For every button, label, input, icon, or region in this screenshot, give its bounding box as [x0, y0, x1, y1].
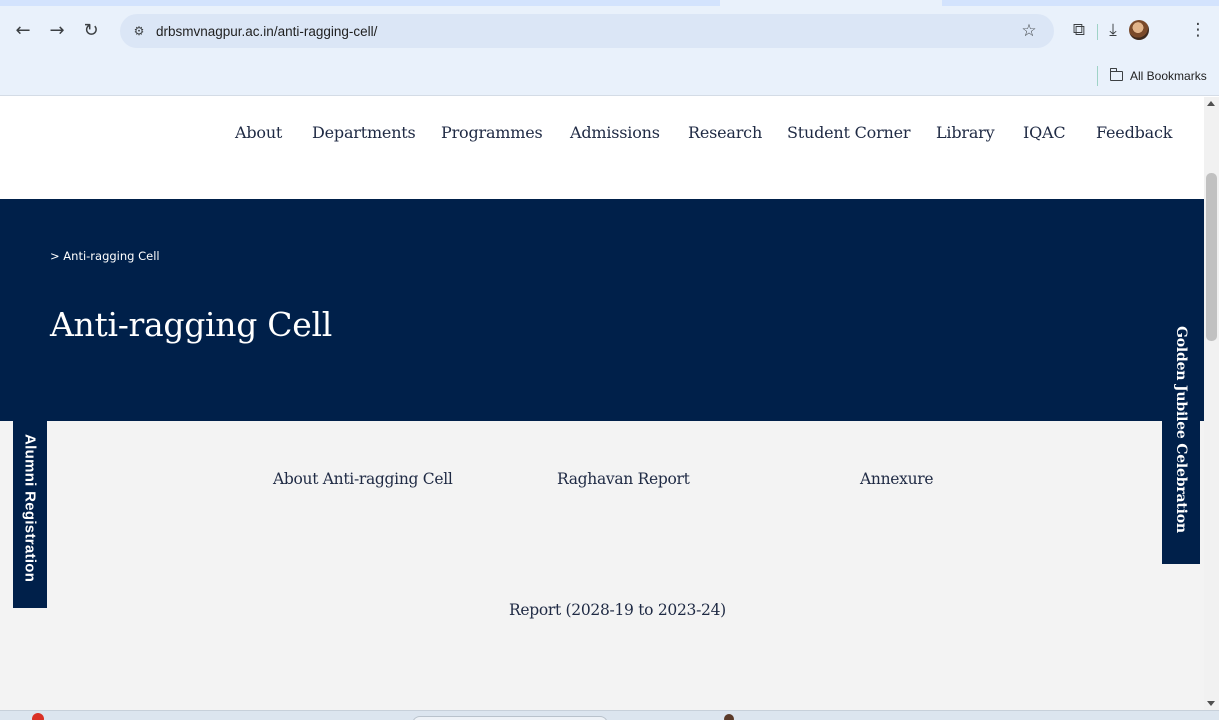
back-button[interactable]: ← — [9, 16, 37, 44]
site-info-icon[interactable]: ⚙ — [127, 19, 151, 43]
tab-raghavan-report[interactable]: Raghavan Report — [557, 470, 690, 488]
reload-icon: ↻ — [83, 19, 99, 41]
bookmarks-bar: All Bookmarks — [0, 62, 1219, 96]
toolbar-divider — [1097, 24, 1098, 40]
extensions-button[interactable]: ⧉ — [1067, 18, 1091, 42]
report-link[interactable]: Report (2028-19 to 2023-24) — [509, 601, 726, 619]
profile-avatar[interactable] — [1129, 20, 1149, 40]
tune-icon: ⚙ — [133, 24, 145, 38]
all-bookmarks-label: All Bookmarks — [1130, 69, 1207, 83]
scroll-thumb[interactable] — [1206, 173, 1217, 341]
golden-jubilee-label: Golden Jubilee Celebration — [1173, 325, 1189, 533]
browser-menu-button[interactable]: ⋮ — [1186, 18, 1210, 42]
back-arrow-icon: ← — [15, 19, 31, 41]
all-bookmarks-button[interactable]: All Bookmarks — [1109, 65, 1207, 87]
page-viewport: About Departments Programmes Admissions … — [0, 97, 1204, 710]
page-scrollbar[interactable] — [1204, 97, 1219, 710]
site-navigation: About Departments Programmes Admissions … — [0, 97, 1204, 199]
url-text[interactable]: drbsmvnagpur.ac.in/anti-ragging-cell/ — [156, 24, 377, 39]
reload-button[interactable]: ↻ — [77, 16, 105, 44]
alumni-registration-tab[interactable]: Alumni Registration — [13, 408, 47, 608]
download-icon: ⤓ — [1109, 20, 1117, 40]
tab-about-anti-ragging-cell[interactable]: About Anti-ragging Cell — [273, 470, 453, 488]
content-area: About Anti-ragging Cell Raghavan Report … — [0, 421, 1204, 710]
tab-annexure[interactable]: Annexure — [860, 470, 934, 488]
nav-item-about[interactable]: About — [235, 123, 282, 142]
nav-item-library[interactable]: Library — [936, 123, 995, 142]
nav-item-iqac[interactable]: IQAC — [1023, 123, 1066, 142]
nav-item-feedback[interactable]: Feedback — [1096, 123, 1172, 142]
nav-item-student-corner[interactable]: Student Corner — [787, 123, 911, 142]
bookmark-star-button[interactable]: ☆ — [1016, 18, 1042, 44]
nav-item-admissions[interactable]: Admissions — [570, 123, 660, 142]
folder-icon — [1109, 68, 1123, 81]
taskbar-search-box[interactable] — [412, 716, 608, 720]
scroll-up-arrow-icon[interactable] — [1207, 101, 1215, 106]
taskbar-app-icon[interactable] — [724, 714, 734, 720]
breadcrumb[interactable]: > Anti-ragging Cell — [50, 249, 160, 263]
nav-item-research[interactable]: Research — [688, 123, 762, 142]
golden-jubilee-tab[interactable]: Golden Jubilee Celebration — [1162, 294, 1200, 564]
star-icon: ☆ — [1021, 21, 1037, 41]
browser-toolbar: ← → ↻ ⚙ drbsmvnagpur.ac.in/anti-ragging-… — [0, 6, 1219, 62]
page-title: Anti-ragging Cell — [50, 305, 332, 344]
address-bar[interactable]: ⚙ drbsmvnagpur.ac.in/anti-ragging-cell/ … — [120, 14, 1054, 48]
scroll-down-arrow-icon[interactable] — [1207, 701, 1215, 706]
forward-arrow-icon: → — [49, 19, 65, 41]
kebab-menu-icon: ⋮ — [1189, 20, 1207, 40]
downloads-button[interactable]: ⤓ — [1101, 18, 1125, 42]
alumni-registration-label: Alumni Registration — [21, 433, 39, 583]
page-hero: > Anti-ragging Cell Anti-ragging Cell — [0, 199, 1204, 421]
nav-item-programmes[interactable]: Programmes — [441, 123, 543, 142]
nav-item-departments[interactable]: Departments — [312, 123, 416, 142]
notification-badge-icon — [32, 713, 44, 720]
bookmarks-divider — [1097, 66, 1098, 86]
forward-button[interactable]: → — [43, 16, 71, 44]
taskbar-strip — [0, 710, 1219, 720]
puzzle-icon: ⧉ — [1072, 20, 1086, 40]
